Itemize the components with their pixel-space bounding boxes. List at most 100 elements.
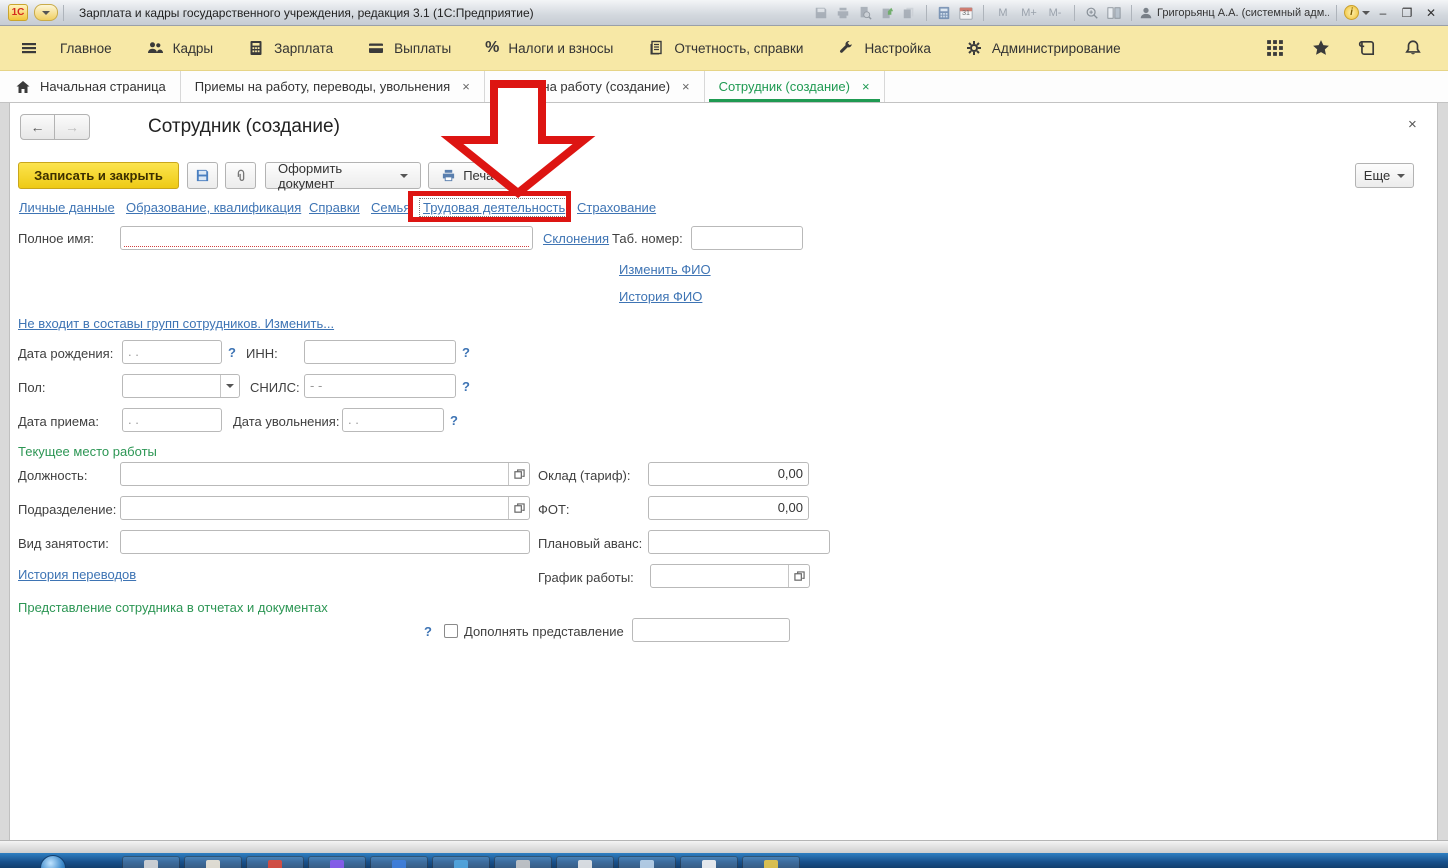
- save-and-close-button[interactable]: Записать и закрыть: [18, 162, 179, 189]
- birth-date-input[interactable]: . .: [122, 340, 222, 364]
- choose-value-button[interactable]: [508, 497, 529, 519]
- create-document-button[interactable]: Оформить документ: [265, 162, 421, 189]
- start-button[interactable]: [40, 855, 66, 868]
- tab-employee-creation[interactable]: Сотрудник (создание) ×: [705, 71, 885, 102]
- taskbar-app-button[interactable]: [556, 856, 614, 868]
- inn-input[interactable]: [304, 340, 456, 364]
- taskbar-app-button[interactable]: [308, 856, 366, 868]
- minimize-button[interactable]: –: [1372, 6, 1394, 20]
- taskbar-app-button[interactable]: [246, 856, 304, 868]
- maximize-button[interactable]: ❐: [1396, 6, 1418, 20]
- forward-button[interactable]: →: [55, 114, 90, 140]
- menu-item-reports[interactable]: Отчетность, справки: [647, 39, 803, 57]
- current-workplace-section-title: Текущее место работы: [18, 444, 157, 459]
- calculator-icon[interactable]: [934, 4, 954, 22]
- taskbar-app-button[interactable]: [370, 856, 428, 868]
- menu-item-salary[interactable]: Зарплата: [247, 39, 333, 57]
- print-button[interactable]: Печать: [428, 162, 519, 189]
- menu-item-payments[interactable]: Выплаты: [367, 39, 451, 57]
- menu-item-settings[interactable]: Настройка: [837, 39, 930, 57]
- position-input[interactable]: [120, 462, 530, 486]
- taskbar-app-button[interactable]: [184, 856, 242, 868]
- tab-home[interactable]: Начальная страница: [0, 71, 181, 102]
- taskbar-app-button[interactable]: [122, 856, 180, 868]
- tab-hire-creation[interactable]: Прием на работу (создание) ×: [485, 71, 705, 102]
- notifications-bell-icon[interactable]: [1404, 39, 1422, 57]
- main-menu-icon[interactable]: [20, 39, 38, 57]
- presentation-suffix-input[interactable]: [632, 618, 790, 642]
- department-input[interactable]: [120, 496, 530, 520]
- nav-link-insurance[interactable]: Страхование: [577, 200, 656, 215]
- print-icon: [441, 168, 456, 183]
- employee-groups-link[interactable]: Не входит в составы групп сотрудников. И…: [18, 316, 334, 331]
- history-icon[interactable]: [1358, 39, 1376, 57]
- copy-document-icon[interactable]: [899, 4, 919, 22]
- nav-link-personal-data[interactable]: Личные данные: [19, 200, 115, 215]
- declensions-link[interactable]: Склонения: [543, 231, 609, 246]
- menu-item-taxes[interactable]: % Налоги и взносы: [485, 39, 613, 57]
- nav-link-family[interactable]: Семья: [371, 200, 410, 215]
- close-tab-icon[interactable]: ×: [862, 79, 870, 94]
- system-menu-button[interactable]: [34, 4, 58, 21]
- dismissal-date-input[interactable]: . .: [342, 408, 444, 432]
- nav-link-certificates[interactable]: Справки: [309, 200, 360, 215]
- favorites-star-icon[interactable]: [1312, 39, 1330, 57]
- menu-item-main[interactable]: Главное: [60, 41, 112, 56]
- fio-history-link[interactable]: История ФИО: [619, 289, 702, 304]
- service-functions-icon[interactable]: [1266, 39, 1284, 57]
- birth-date-help[interactable]: ?: [228, 345, 236, 360]
- snils-help[interactable]: ?: [462, 379, 470, 394]
- taskbar-app-button[interactable]: [742, 856, 800, 868]
- form-close-icon[interactable]: ×: [1408, 116, 1417, 133]
- split-window-icon[interactable]: [1104, 4, 1124, 22]
- hire-date-input[interactable]: . .: [122, 408, 222, 432]
- change-fio-link[interactable]: Изменить ФИО: [619, 262, 711, 277]
- full-name-input[interactable]: [120, 226, 533, 250]
- memory-subtract-button[interactable]: M-: [1043, 7, 1067, 19]
- tab-hires-transfers[interactable]: Приемы на работу, переводы, увольнения ×: [181, 71, 485, 102]
- nav-link-work-activity[interactable]: Трудовая деятельность: [419, 198, 569, 217]
- memory-add-button[interactable]: M+: [1017, 7, 1041, 19]
- close-tab-icon[interactable]: ×: [462, 79, 470, 94]
- post-document-icon[interactable]: [877, 4, 897, 22]
- close-button[interactable]: ✕: [1420, 6, 1442, 20]
- tab-number-input[interactable]: [691, 226, 803, 250]
- choose-value-button[interactable]: [788, 565, 809, 587]
- gender-select[interactable]: [122, 374, 240, 398]
- menu-item-hr[interactable]: Кадры: [146, 39, 213, 57]
- memory-recall-button[interactable]: M: [991, 7, 1015, 19]
- menu-item-administration[interactable]: Администрирование: [965, 39, 1121, 57]
- taskbar-app-button[interactable]: [618, 856, 676, 868]
- presentation-help[interactable]: ?: [424, 624, 432, 639]
- taskbar-app-button[interactable]: [494, 856, 552, 868]
- save-icon[interactable]: [811, 4, 831, 22]
- nav-link-education[interactable]: Образование, квалификация: [126, 200, 301, 215]
- open-list-icon: [794, 571, 805, 582]
- fot-input[interactable]: 0,00: [648, 496, 809, 520]
- planned-advance-input[interactable]: [648, 530, 830, 554]
- dropdown-button[interactable]: [220, 375, 239, 397]
- transfer-history-link[interactable]: История переводов: [18, 567, 136, 582]
- choose-value-button[interactable]: [508, 463, 529, 485]
- salary-input[interactable]: 0,00: [648, 462, 809, 486]
- append-presentation-checkbox[interactable]: [444, 624, 458, 638]
- attachments-button[interactable]: [225, 162, 256, 189]
- taskbar-app-button[interactable]: [432, 856, 490, 868]
- more-button[interactable]: Еще: [1355, 163, 1414, 188]
- presentation-section-title: Представление сотрудника в отчетах и док…: [18, 600, 328, 615]
- calendar-icon[interactable]: 31: [956, 4, 976, 22]
- close-tab-icon[interactable]: ×: [682, 79, 690, 94]
- zoom-icon[interactable]: [1082, 4, 1102, 22]
- work-schedule-input[interactable]: [650, 564, 810, 588]
- back-button[interactable]: ←: [20, 114, 55, 140]
- taskbar-app-button[interactable]: [680, 856, 738, 868]
- print-icon[interactable]: [833, 4, 853, 22]
- inn-help[interactable]: ?: [462, 345, 470, 360]
- employment-type-input[interactable]: [120, 530, 530, 554]
- save-button[interactable]: [187, 162, 218, 189]
- current-user[interactable]: Григорьянц А.А. (системный адм...: [1139, 4, 1329, 22]
- print-preview-icon[interactable]: [855, 4, 875, 22]
- snils-input[interactable]: - -: [304, 374, 456, 398]
- info-button[interactable]: i: [1344, 5, 1370, 20]
- dismissal-date-help[interactable]: ?: [450, 413, 458, 428]
